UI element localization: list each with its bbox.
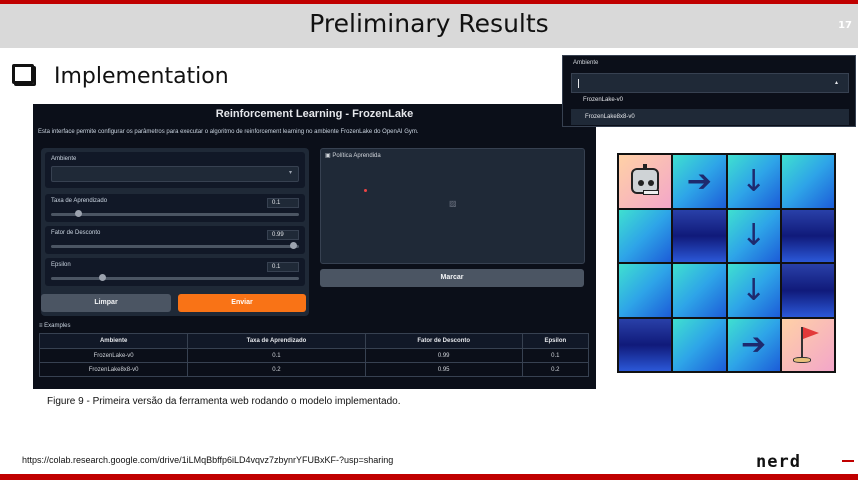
arrow-right-icon: ➔	[727, 318, 780, 371]
frozen-lake-grid: ➔ ↓ ↓ ↓ ➔	[617, 153, 836, 373]
table-row[interactable]: FrozenLake-v0 0.1 0.99 0.1	[38, 348, 590, 363]
logo-arrow-icon	[842, 460, 854, 462]
slide: Preliminary Results 17 Implementation Re…	[0, 0, 858, 480]
submit-button[interactable]: Enviar	[178, 294, 306, 312]
discount-input[interactable]: 0.99	[267, 230, 299, 240]
table-header: Fator de Desconto	[364, 333, 523, 349]
table-header: Ambiente	[38, 333, 189, 349]
dropdown-input[interactable]: ▴	[571, 73, 849, 93]
grid-cell	[673, 318, 726, 371]
policy-label-text: Política Aprendida	[332, 153, 381, 159]
policy-label: ▣ Política Aprendida	[325, 153, 381, 159]
grid-cell	[781, 155, 834, 208]
red-dot	[364, 189, 367, 192]
epsilon-block: Epsilon 0.1	[45, 258, 305, 286]
chevron-down-icon: ▾	[288, 170, 292, 176]
app-screenshot: Reinforcement Learning - FrozenLake Esta…	[33, 104, 596, 389]
discount-label: Fator de Desconto	[51, 230, 101, 236]
learning-rate-slider-track[interactable]	[51, 213, 299, 216]
page-number: 17	[838, 20, 852, 31]
table-header-row: Ambiente Taxa de Aprendizado Fator de De…	[38, 333, 590, 349]
examples-label-text: Examples	[44, 323, 71, 329]
bottom-accent-bar	[0, 474, 858, 480]
figure-caption: Figure 9 - Primeira versão da ferramenta…	[47, 396, 401, 407]
ambiente-block: Ambiente ▾	[45, 152, 305, 188]
table-cell: FrozenLake8x8-v0	[38, 362, 189, 377]
table-cell: 0.1	[521, 348, 590, 363]
table-row[interactable]: FrozenLake8x8-v0 0.2 0.95 0.2	[38, 362, 590, 377]
app-description: Esta interface permite configurar os par…	[38, 129, 419, 135]
table-cell: 0.95	[364, 362, 523, 377]
discount-slider-track[interactable]	[51, 245, 299, 248]
parameters-panel: Ambiente ▾ Taxa de Aprendizado 0.1 Fator…	[41, 148, 309, 316]
dropdown-label: Ambiente	[573, 60, 599, 66]
table-cell: 0.1	[187, 348, 366, 363]
goal-flag-icon	[781, 318, 834, 371]
grid-cell	[619, 318, 672, 371]
arrow-right-icon: ➔	[673, 155, 726, 208]
table-cell: 0.99	[364, 348, 523, 363]
grid-cell	[619, 264, 672, 317]
clear-button[interactable]: Limpar	[41, 294, 171, 312]
checkbox-bullet-icon	[12, 64, 34, 84]
app-title: Reinforcement Learning - FrozenLake	[215, 108, 414, 120]
grid-cell	[619, 209, 672, 262]
grid-cell	[673, 209, 726, 262]
epsilon-input[interactable]: 0.1	[267, 262, 299, 272]
learning-rate-block: Taxa de Aprendizado 0.1	[45, 194, 305, 222]
grid-cell	[673, 264, 726, 317]
table-cell: 0.2	[187, 362, 366, 377]
learning-rate-label: Taxa de Aprendizado	[51, 198, 108, 204]
table-header: Epsilon	[521, 333, 590, 349]
grid-cell	[781, 264, 834, 317]
table-cell: 0.2	[521, 362, 590, 377]
arrow-down-icon: ↓	[727, 209, 780, 262]
dropdown-option[interactable]: FrozenLake-v0	[583, 97, 623, 103]
epsilon-slider-track[interactable]	[51, 277, 299, 280]
table-cell: FrozenLake-v0	[38, 348, 189, 363]
arrow-down-icon: ↓	[727, 264, 780, 317]
learning-rate-input[interactable]: 0.1	[267, 198, 299, 208]
nerd-logo: nerd	[756, 452, 801, 472]
table-header: Taxa de Aprendizado	[187, 333, 366, 349]
discount-slider-thumb[interactable]	[289, 242, 297, 249]
examples-table: Ambiente Taxa de Aprendizado Fator de De…	[38, 333, 590, 377]
image-placeholder-icon: ▨	[449, 199, 457, 208]
mark-button[interactable]: Marcar	[320, 269, 584, 287]
arrow-down-icon: ↓	[727, 155, 780, 208]
dropdown-option[interactable]: FrozenLake8x8-v0	[571, 109, 849, 125]
epsilon-label: Epsilon	[51, 262, 71, 268]
robot-icon	[619, 155, 672, 208]
slide-title: Preliminary Results	[309, 9, 549, 38]
discount-block: Fator de Desconto 0.99	[45, 226, 305, 254]
grid-cell	[781, 209, 834, 262]
ambiente-label: Ambiente	[51, 156, 77, 162]
text-cursor	[578, 79, 579, 88]
examples-label: ≡ Examples	[39, 323, 71, 329]
ambiente-select[interactable]: ▾	[51, 166, 299, 182]
chevron-down-icon: ▴	[834, 80, 838, 86]
ambiente-dropdown-overlay: Ambiente ▴ FrozenLake-v0 FrozenLake8x8-v…	[562, 55, 856, 127]
colab-link[interactable]: https://colab.research.google.com/drive/…	[22, 455, 393, 465]
section-heading: Implementation	[54, 64, 229, 89]
policy-output-panel: ▣ Política Aprendida ▨	[320, 148, 585, 264]
